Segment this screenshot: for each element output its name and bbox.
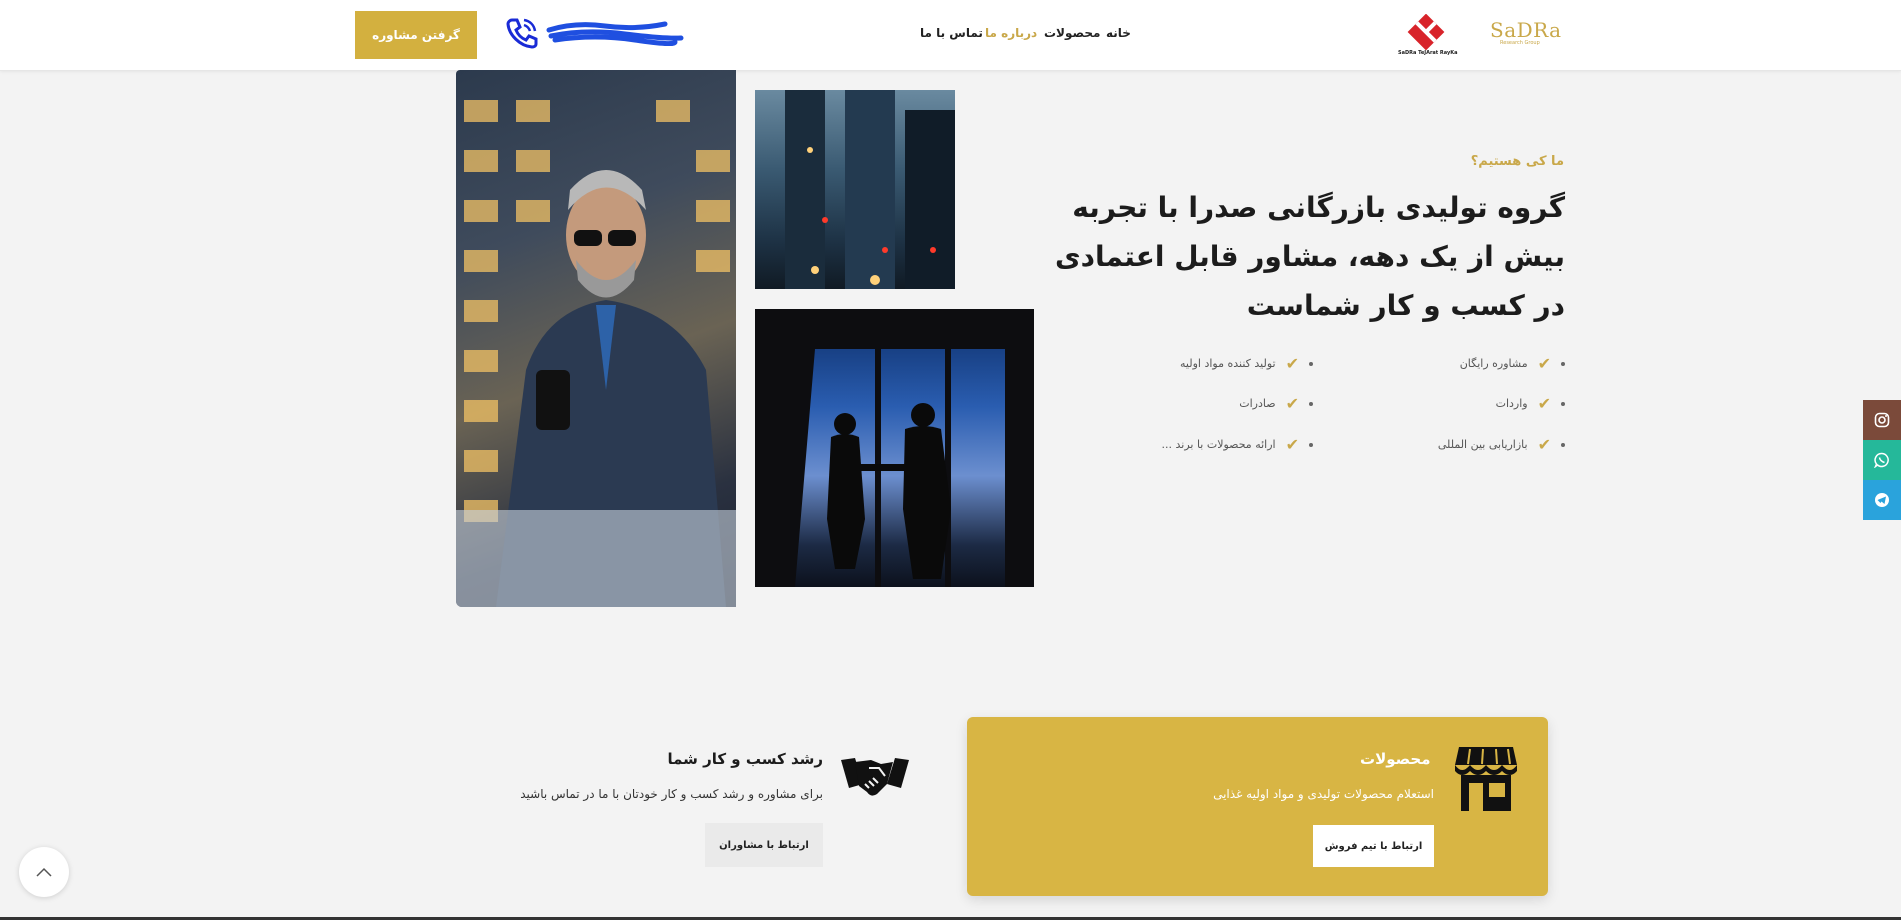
- feature-item: ✔ مشاوره رایگان: [1460, 354, 1565, 373]
- check-icon: ✔: [1285, 435, 1299, 454]
- consult-button[interactable]: گرفتن مشاوره: [355, 11, 477, 59]
- nav-home[interactable]: خانه: [1106, 26, 1131, 40]
- instagram-button[interactable]: [1863, 400, 1901, 440]
- feature-item: ✔ صادرات: [1239, 394, 1313, 413]
- whatsapp-icon: [1874, 452, 1889, 468]
- growth-card-title: رشد کسب و کار شما: [667, 750, 823, 768]
- city-street-photo: [755, 90, 955, 289]
- arrow-up-icon: [36, 867, 52, 877]
- products-card-title: محصولات: [1360, 750, 1431, 768]
- nav-about[interactable]: درباره ما: [985, 26, 1037, 40]
- whatsapp-button[interactable]: [1863, 440, 1901, 480]
- feature-item: ✔ ارائه محصولات با برند ...: [1161, 435, 1313, 454]
- handshake-icon: [841, 758, 909, 796]
- feature-label: واردات: [1495, 397, 1528, 410]
- feature-label: صادرات: [1239, 397, 1276, 410]
- feature-label: مشاوره رایگان: [1459, 357, 1528, 370]
- check-icon: ✔: [1537, 354, 1551, 373]
- feature-item: ✔ بازاریابی بین المللی: [1438, 435, 1565, 454]
- feature-label: ارائه محصولات با برند ...: [1161, 438, 1276, 451]
- check-icon: ✔: [1537, 394, 1551, 413]
- phone-icon[interactable]: [505, 16, 539, 50]
- contact-advisors-button[interactable]: ارتباط با مشاوران: [705, 823, 823, 867]
- growth-card-text: برای مشاوره و رشد کسب و کار خودتان با ما…: [520, 787, 823, 801]
- back-to-top-button[interactable]: [19, 847, 69, 897]
- feature-item: ✔ واردات: [1496, 394, 1565, 413]
- businessman-photo: [456, 70, 736, 607]
- brand-name[interactable]: SaDRa: [1490, 18, 1562, 42]
- contact-sales-button[interactable]: ارتباط با تیم فروش: [1313, 825, 1434, 867]
- feature-label: بازاریابی بین المللی: [1437, 438, 1528, 451]
- phone-number-redacted: [546, 21, 684, 46]
- site-header: SaDRa Research Group SaDRa TeJArat RayKa…: [0, 0, 1901, 71]
- feature-label: تولید کننده مواد اولیه: [1180, 357, 1276, 370]
- brand-tagline: Research Group: [1500, 40, 1540, 46]
- telegram-icon: [1875, 493, 1889, 507]
- store-icon: [1455, 747, 1517, 811]
- instagram-icon: [1874, 412, 1890, 428]
- check-icon: ✔: [1285, 354, 1299, 373]
- products-card-text: استعلام محصولات تولیدی و مواد اولیه غذای…: [1213, 787, 1434, 801]
- check-icon: ✔: [1537, 435, 1551, 454]
- nav-products[interactable]: محصولات: [1044, 26, 1100, 40]
- check-icon: ✔: [1285, 394, 1299, 413]
- section-eyebrow: ما کی هستیم؟: [1470, 154, 1564, 169]
- telegram-button[interactable]: [1863, 480, 1901, 520]
- nav-contact[interactable]: تماس با ما: [920, 26, 983, 40]
- logo-text: SaDRa TeJArat RayKa: [1398, 50, 1458, 56]
- hero-headline: گروه تولیدی بازرگانی صدرا با تجربه بیش ا…: [1054, 191, 1565, 322]
- handshake-silhouette-photo: [755, 309, 1034, 587]
- feature-item: ✔ تولید کننده مواد اولیه: [1180, 354, 1313, 373]
